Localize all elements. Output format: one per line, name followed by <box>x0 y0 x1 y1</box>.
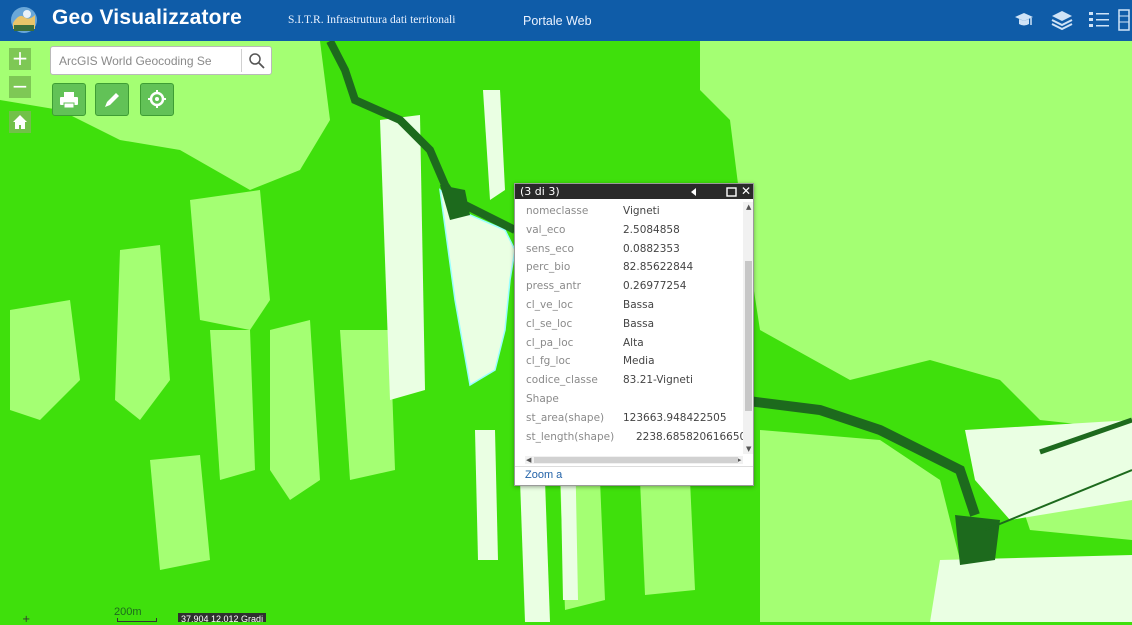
home-button[interactable] <box>9 111 31 133</box>
zoom-in-button[interactable]: + <box>9 48 31 70</box>
attribute-key: cl_fg_loc <box>526 355 571 368</box>
attribute-key: cl_ve_loc <box>526 299 573 311</box>
attribute-key: cl_se_loc <box>526 317 573 330</box>
app-logo-icon <box>11 7 37 33</box>
search-box <box>50 46 272 75</box>
search-divider <box>241 49 242 72</box>
popup-horizontal-scroll-thumb[interactable] <box>534 457 738 463</box>
zoom-to-link[interactable]: Zoom a <box>525 469 562 481</box>
attribute-key: codice_classe <box>526 374 598 387</box>
attribute-key: cl_pa_loc <box>526 336 574 349</box>
draw-icon <box>105 93 119 107</box>
attribute-value: 0.0882353 <box>623 242 680 255</box>
feature-info-popup: (3 di 3) ✕ nomeclasse Vigneti val_eco 2.508… <box>514 183 754 486</box>
attribute-value: Alta <box>623 336 644 349</box>
previous-feature-icon[interactable] <box>689 187 699 197</box>
attribute-value: Bassa <box>623 299 655 311</box>
attribute-value: 123663.948422505 <box>623 411 727 424</box>
portale-web-link[interactable]: Portale Web <box>523 14 592 28</box>
print-button[interactable] <box>52 83 86 116</box>
app-title: Geo Visualizzatore <box>52 6 242 29</box>
sitr-link[interactable]: S.I.T.R. Infrastruttura dati territonali <box>288 14 455 26</box>
attribute-value: 82.85622844 <box>623 261 694 274</box>
search-input[interactable] <box>59 52 239 70</box>
attribute-key: perc_bio <box>526 261 571 274</box>
attribute-key: st_length(shape) <box>526 430 615 443</box>
maximize-icon[interactable] <box>726 187 737 197</box>
popup-footer: Zoom a <box>515 466 753 486</box>
scale-bar <box>117 618 157 622</box>
scale-bar-label: 200m <box>114 606 142 618</box>
search-icon[interactable] <box>246 50 268 72</box>
scroll-up-icon[interactable]: ▲ <box>746 203 751 211</box>
popup-vertical-scroll-thumb[interactable] <box>745 261 752 411</box>
home-icon <box>13 115 27 129</box>
attribute-value: Bassa <box>623 317 655 330</box>
about-icon[interactable] <box>1012 8 1036 32</box>
attribute-key: press_antr <box>526 280 581 293</box>
scroll-left-icon[interactable]: ◀ <box>526 456 531 464</box>
print-icon <box>60 92 78 109</box>
attribute-key: val_eco <box>526 223 566 236</box>
attribute-value: 0.26977254 <box>623 280 687 293</box>
attribute-value: Media <box>623 355 655 368</box>
attribute-table-icon[interactable] <box>1117 8 1131 32</box>
popup-feature-count: (3 di 3) <box>520 185 560 198</box>
close-icon[interactable]: ✕ <box>740 185 752 198</box>
scroll-down-icon[interactable]: ▼ <box>746 445 751 453</box>
attribute-value: 83.21-Vigneti <box>623 374 693 387</box>
zoom-out-button[interactable]: − <box>9 76 31 98</box>
attribute-key: Shape <box>526 393 559 405</box>
attribute-value: 2.5084858 <box>623 223 680 236</box>
layers-icon[interactable] <box>1050 8 1074 32</box>
attribute-key: nomeclasse <box>526 205 589 217</box>
attribute-value: 2238.6858206166503 <box>636 430 743 443</box>
draw-button[interactable] <box>95 83 129 116</box>
analysis-icon <box>148 90 166 108</box>
popup-attribute-list: nomeclasse Vigneti val_eco 2.5084858 sens_ec… <box>515 199 743 455</box>
popup-title-bar: (3 di 3) ✕ <box>515 184 753 199</box>
map-edge-marker: + <box>22 614 31 625</box>
coordinates-readout: 37.904 12.012 Gradi <box>178 613 267 622</box>
attribute-value: Vigneti <box>623 205 660 217</box>
legend-icon[interactable] <box>1087 8 1111 32</box>
app-header: Geo Visualizzatore S.I.T.R. Infrastruttu… <box>0 0 1132 41</box>
attribute-key: sens_eco <box>526 242 574 255</box>
attribute-key: st_area(shape) <box>526 411 605 424</box>
analysis-button[interactable] <box>140 83 174 116</box>
